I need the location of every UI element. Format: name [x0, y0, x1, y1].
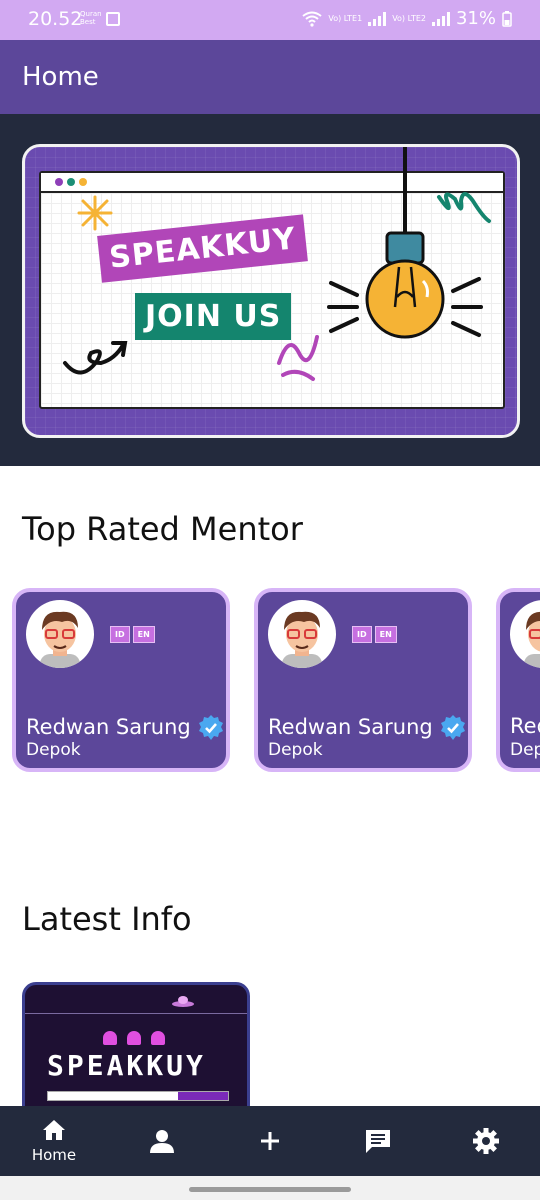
language-badge: EN	[132, 626, 155, 643]
verified-icon	[198, 715, 223, 740]
lightbulb-icon	[327, 147, 483, 339]
notification-icon	[106, 12, 120, 26]
mentor-city: Depok	[268, 740, 323, 760]
sparkle-icon	[77, 195, 113, 231]
mentor-name: Redwan Sarung	[268, 715, 433, 739]
quran-badge: Quran Best	[80, 10, 102, 26]
chat-icon	[366, 1130, 390, 1153]
bottom-nav: Home	[0, 1106, 540, 1176]
language-badge: ID	[352, 626, 372, 643]
app-bar: Home	[0, 40, 540, 114]
status-time: 20.52	[28, 8, 83, 30]
hero-section: SPEAKKUY JOIN US	[0, 114, 540, 466]
status-bar: 20.52 Quran Best Vo) LTE1 Vo) LTE2 31%	[0, 0, 540, 40]
mentor-card[interactable]: Redwan Sarung Depok	[496, 588, 540, 772]
network-label-1: Vo) LTE1	[328, 13, 363, 23]
nav-home-label: Home	[31, 1146, 77, 1164]
mentor-name-row: Redwan Sarung	[268, 714, 467, 742]
mentor-city: Depok	[510, 740, 540, 760]
nav-home[interactable]: Home	[0, 1106, 108, 1176]
nav-add[interactable]	[216, 1106, 324, 1176]
banner-browser-frame: SPEAKKUY JOIN US	[39, 147, 505, 409]
avatar-icon	[40, 611, 80, 668]
person-icon	[150, 1130, 174, 1153]
info-card[interactable]: SPEAKKUY	[22, 982, 250, 1118]
section-title-info: Latest Info	[22, 900, 192, 938]
mentor-card[interactable]: ID EN Redwan Sarung Depok	[12, 588, 230, 772]
add-icon	[261, 1132, 279, 1150]
home-indicator[interactable]	[189, 1187, 351, 1192]
language-badges: ID EN	[352, 626, 397, 643]
home-icon	[43, 1120, 65, 1140]
avatar-icon	[524, 611, 540, 668]
avatar	[510, 600, 540, 668]
window-dot-icon	[79, 178, 87, 186]
signal-icon-2	[431, 11, 450, 26]
network-label-2: Vo) LTE2	[392, 13, 426, 23]
signal-icon-1	[368, 11, 387, 26]
mentor-city: Depok	[26, 740, 81, 760]
verified-icon	[440, 715, 465, 740]
avatar	[26, 600, 94, 668]
language-badge: ID	[110, 626, 130, 643]
nav-settings[interactable]	[432, 1106, 540, 1176]
info-divider	[25, 1013, 247, 1014]
banner-title-join: JOIN US	[135, 293, 292, 340]
ufo-icon	[172, 996, 194, 1007]
wifi-icon	[302, 11, 323, 27]
ghost-icon	[103, 1031, 117, 1045]
language-badge: EN	[374, 626, 397, 643]
mentor-card[interactable]: ID EN Redwan Sarung Depok	[254, 588, 472, 772]
promo-banner[interactable]: SPEAKKUY JOIN US	[22, 144, 520, 438]
avatar	[268, 600, 336, 668]
banner-title-speakkuy: SPEAKKUY	[97, 214, 309, 283]
mentor-name: Redwan Sarung	[26, 715, 191, 739]
battery-icon	[502, 10, 512, 27]
settings-icon	[473, 1128, 499, 1154]
info-progress-bar	[47, 1091, 229, 1101]
gesture-bar	[0, 1176, 540, 1200]
section-title-mentors: Top Rated Mentor	[22, 510, 303, 548]
squiggle-icon	[277, 335, 319, 381]
mentor-name: Redwan Sarung	[510, 714, 540, 738]
status-right: Vo) LTE1 Vo) LTE2 31%	[302, 8, 512, 29]
nav-chat[interactable]	[324, 1106, 432, 1176]
window-dot-icon	[67, 178, 75, 186]
page-title: Home	[22, 62, 99, 92]
ghost-icon	[151, 1031, 165, 1045]
battery-level: 31%	[455, 8, 496, 29]
info-logo-text: SPEAKKUY	[47, 1049, 206, 1082]
mentor-name-row: Redwan Sarung	[26, 714, 225, 742]
nav-profile[interactable]	[108, 1106, 216, 1176]
arrow-doodle-icon	[63, 341, 128, 375]
avatar-icon	[282, 611, 322, 668]
language-badges: ID EN	[110, 626, 155, 643]
ghost-icon	[127, 1031, 141, 1045]
window-dot-icon	[55, 178, 63, 186]
